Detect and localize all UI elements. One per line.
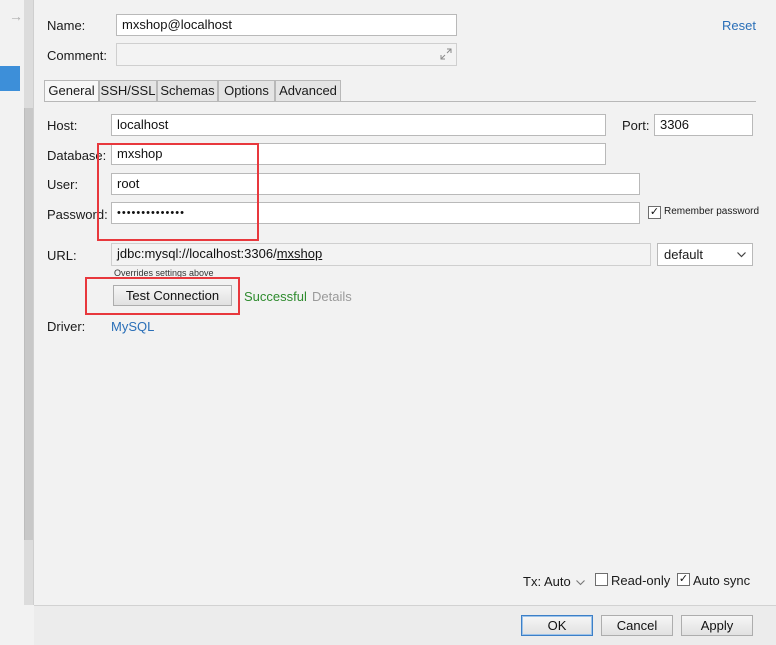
scrollbar-thumb[interactable] [24,108,33,540]
readonly-label[interactable]: Read-only [611,573,670,588]
url-database: mxshop [276,246,323,261]
url-mode-value: default [664,247,704,262]
name-input[interactable]: mxshop@localhost [116,14,457,36]
cancel-button[interactable]: Cancel [601,615,673,636]
left-panel [0,0,23,645]
driver-link[interactable]: MySQL [111,319,154,334]
connection-status: Successful [244,289,307,304]
url-prefix: jdbc:mysql://localhost:3306/ [117,246,277,261]
tab-schemas[interactable]: Schemas [157,80,218,101]
ok-button[interactable]: OK [521,615,593,636]
port-input[interactable]: 3306 [654,114,753,136]
url-label: URL: [47,248,77,263]
name-label: Name: [47,18,86,33]
highlight-credentials-box [97,143,259,241]
port-label: Port: [622,118,650,133]
chevron-down-icon [737,252,746,258]
comment-input[interactable] [116,43,457,66]
tab-ssh-ssl[interactable]: SSH/SSL [99,80,157,101]
chevron-down-icon [576,579,586,585]
details-link[interactable]: Details [312,289,352,304]
readonly-checkbox[interactable] [595,573,608,586]
remember-password-checkbox[interactable]: ✓ [648,206,661,219]
apply-button[interactable]: Apply [681,615,753,636]
highlight-test-box [85,277,240,315]
driver-label: Driver: [47,319,86,334]
remember-password-label[interactable]: Remember password [664,206,759,217]
panel-divider [33,0,34,605]
host-label: Host: [47,118,78,133]
reset-link[interactable]: Reset [722,18,756,33]
user-label: User: [47,177,79,192]
tx-mode-dropdown[interactable]: Tx: Auto [523,574,586,589]
autosync-label[interactable]: Auto sync [693,573,750,588]
tab-advanced[interactable]: Advanced [275,80,341,101]
url-mode-select[interactable]: default [657,243,753,266]
tab-options[interactable]: Options [218,80,275,101]
tx-mode-label: Tx: Auto [523,574,571,589]
expand-icon[interactable] [440,48,452,60]
arrow-right-icon[interactable]: → [9,9,23,23]
comment-label: Comment: [47,48,107,63]
tab-underline [44,101,756,102]
selected-tree-item[interactable] [0,66,20,91]
url-input[interactable]: jdbc:mysql://localhost:3306/mxshop [111,243,651,266]
tab-general[interactable]: General [44,80,99,102]
autosync-checkbox[interactable]: ✓ [677,573,690,586]
host-input[interactable]: localhost [111,114,606,136]
